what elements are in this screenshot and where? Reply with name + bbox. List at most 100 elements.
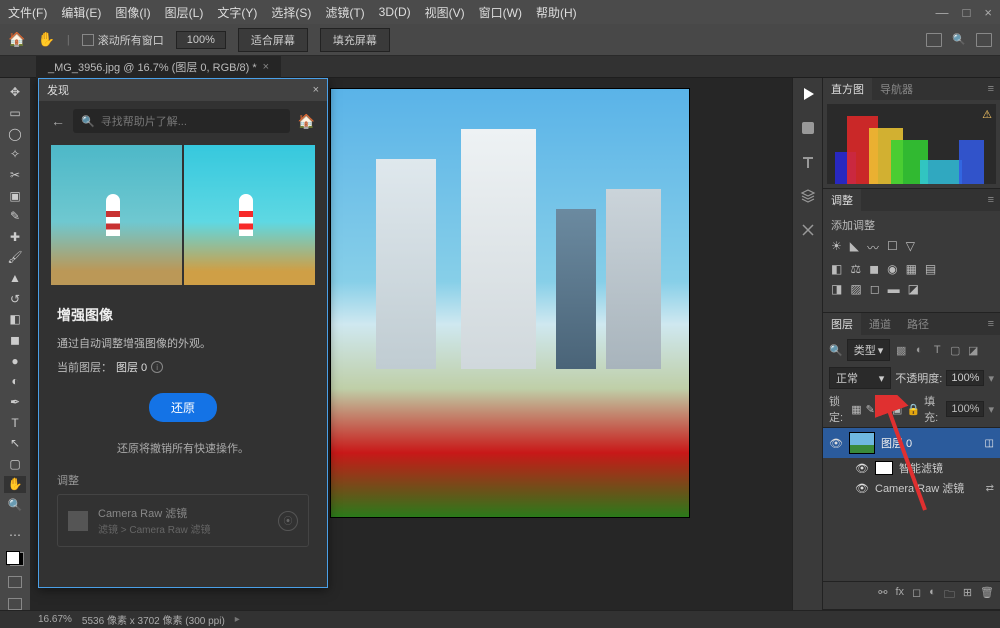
tab-navigator[interactable]: 导航器 [872, 78, 921, 100]
home-icon[interactable]: 🏠 [8, 31, 25, 48]
eyedropper-tool[interactable]: ✎ [4, 208, 26, 225]
color-swatch[interactable] [6, 551, 24, 566]
visibility-icon[interactable]: 👁 [855, 482, 869, 495]
panel-menu-icon[interactable]: ≡ [982, 194, 1000, 206]
tab-close-icon[interactable]: × [263, 61, 269, 73]
filter-mask-thumbnail[interactable] [875, 461, 893, 475]
layer-name[interactable]: 图层 0 [881, 435, 912, 451]
share-icon[interactable] [976, 33, 992, 47]
colorlookup-icon[interactable]: ▤ [925, 262, 936, 276]
layer-filter-kind[interactable]: 类型▾ [847, 339, 891, 361]
menu-view[interactable]: 视图(V) [425, 4, 465, 21]
selectivecolor-icon[interactable]: ◪ [908, 282, 919, 296]
fill-input[interactable]: 100% [946, 401, 984, 417]
colorbalance-icon[interactable]: ⚖ [850, 262, 861, 276]
filter-type-icon[interactable]: T [930, 343, 944, 357]
menu-help[interactable]: 帮助(H) [536, 4, 577, 21]
brightness-icon[interactable]: ☀ [831, 239, 842, 256]
visibility-icon[interactable]: 👁 [855, 462, 869, 475]
tab-paths[interactable]: 路径 [899, 313, 937, 335]
menu-type[interactable]: 文字(Y) [217, 4, 257, 21]
pen-tool[interactable]: ✒ [4, 394, 26, 411]
crop-tool[interactable]: ✂ [4, 167, 26, 184]
lock-position-icon[interactable]: ✥ [879, 403, 888, 416]
canvas-area[interactable]: 发现 × ← 🔍 寻找帮助片了解... 🏠 增强图像 通过自动调整增强图像的外观… [30, 78, 792, 610]
menu-file[interactable]: 文件(F) [8, 4, 47, 21]
filter-shape-icon[interactable]: ▢ [948, 343, 962, 357]
filter-pixel-icon[interactable]: ▩ [894, 343, 908, 357]
hand-tool[interactable]: ✋ [4, 476, 26, 493]
discover-search-input[interactable]: 🔍 寻找帮助片了解... [73, 109, 290, 133]
window-close-icon[interactable]: × [984, 5, 992, 20]
vibrance-icon[interactable]: ▽ [906, 239, 915, 256]
posterize-icon[interactable]: ▨ [850, 282, 861, 296]
menu-filter[interactable]: 滤镜(T) [325, 4, 364, 21]
tab-histogram[interactable]: 直方图 [823, 78, 872, 100]
magic-wand-tool[interactable]: ✧ [4, 146, 26, 163]
threshold-icon[interactable]: ◻ [870, 282, 880, 296]
marquee-tool[interactable]: ▭ [4, 105, 26, 122]
status-dimensions[interactable]: 5536 像素 x 3702 像素 (300 ppi) [82, 612, 225, 627]
status-zoom[interactable]: 16.67% [38, 614, 72, 625]
discover-close-icon[interactable]: × [313, 84, 319, 96]
curves-icon[interactable]: 〰 [867, 239, 879, 256]
play-icon[interactable] [799, 86, 817, 102]
gradientmap-icon[interactable]: ▬ [888, 282, 900, 296]
new-adjustment-icon[interactable]: ◐ [929, 586, 936, 605]
tab-layers[interactable]: 图层 [823, 313, 861, 335]
search-icon[interactable]: 🔍 [952, 33, 966, 47]
edit-toolbar[interactable]: ⋯ [4, 526, 26, 543]
menu-window[interactable]: 窗口(W) [479, 4, 522, 21]
quickmask-icon[interactable] [8, 576, 22, 588]
document-tab[interactable]: _MG_3956.jpg @ 16.7% (图层 0, RGB/8) * × [36, 56, 281, 78]
new-group-icon[interactable]: 🗀 [944, 586, 955, 605]
filter-smart-icon[interactable]: ◪ [966, 343, 980, 357]
levels-icon[interactable]: ◣ [850, 239, 859, 256]
delete-layer-icon[interactable]: 🗑 [980, 586, 994, 605]
menu-image[interactable]: 图像(I) [115, 4, 150, 21]
eraser-tool[interactable]: ◧ [4, 311, 26, 328]
window-maximize-icon[interactable]: □ [963, 5, 971, 20]
apply-icon[interactable]: ⦿ [278, 511, 298, 531]
camera-raw-filter-label[interactable]: Camera Raw 滤镜 [875, 480, 964, 496]
channelmixer-icon[interactable]: ▦ [906, 262, 917, 276]
cancel-icon[interactable] [799, 222, 817, 238]
link-layers-icon[interactable]: ⚯ [878, 586, 887, 605]
revert-button[interactable]: 还原 [149, 393, 217, 422]
blur-tool[interactable]: ● [4, 352, 26, 369]
lock-image-icon[interactable]: ✎ [866, 403, 875, 416]
panel-menu-icon[interactable]: ≡ [982, 318, 1000, 330]
move-tool[interactable]: ✥ [4, 84, 26, 101]
menu-3d[interactable]: 3D(D) [379, 5, 411, 19]
lock-transparency-icon[interactable]: ▦ [851, 403, 861, 416]
scroll-all-windows-checkbox[interactable]: 滚动所有窗口 [82, 32, 164, 48]
layer-style-icon[interactable]: fx [895, 586, 904, 605]
hue-icon[interactable]: ◧ [831, 262, 842, 276]
lock-artboard-icon[interactable]: ▣ [892, 403, 902, 416]
dodge-tool[interactable]: ◐ [4, 373, 26, 390]
hand-tool-icon[interactable]: ✋ [37, 31, 54, 48]
type-tool[interactable]: T [4, 414, 26, 431]
tab-adjustments[interactable]: 调整 [823, 189, 861, 211]
camera-raw-filter-item[interactable]: Camera Raw 滤镜 滤镜 > Camera Raw 滤镜 ⦿ [57, 494, 309, 547]
brush-tool[interactable]: 🖌 [4, 249, 26, 266]
libraries-icon[interactable] [799, 188, 817, 204]
discover-home-icon[interactable]: 🏠 [298, 113, 315, 130]
screenmode-icon[interactable] [8, 598, 22, 610]
blend-mode-select[interactable]: 正常 ▾ [829, 367, 891, 389]
filter-options-icon[interactable]: ⇄ [986, 483, 994, 494]
tab-channels[interactable]: 通道 [861, 313, 899, 335]
menu-edit[interactable]: 编辑(E) [61, 4, 101, 21]
visibility-icon[interactable]: 👁 [829, 437, 843, 450]
zoom-tool[interactable]: 🔍 [4, 497, 26, 514]
frame-tool[interactable]: ▣ [4, 187, 26, 204]
new-layer-icon[interactable]: ⊞ [963, 586, 972, 605]
gradient-tool[interactable]: ◼ [4, 332, 26, 349]
exposure-icon[interactable]: ☐ [887, 239, 898, 256]
layer-row[interactable]: 👁 图层 0 ◫ [823, 428, 1000, 458]
history-brush-tool[interactable]: ↺ [4, 290, 26, 307]
path-tool[interactable]: ↖ [4, 435, 26, 452]
fit-screen-button[interactable]: 适合屏幕 [238, 28, 308, 52]
window-minimize-icon[interactable]: — [936, 5, 949, 20]
invert-icon[interactable]: ◨ [831, 282, 842, 296]
